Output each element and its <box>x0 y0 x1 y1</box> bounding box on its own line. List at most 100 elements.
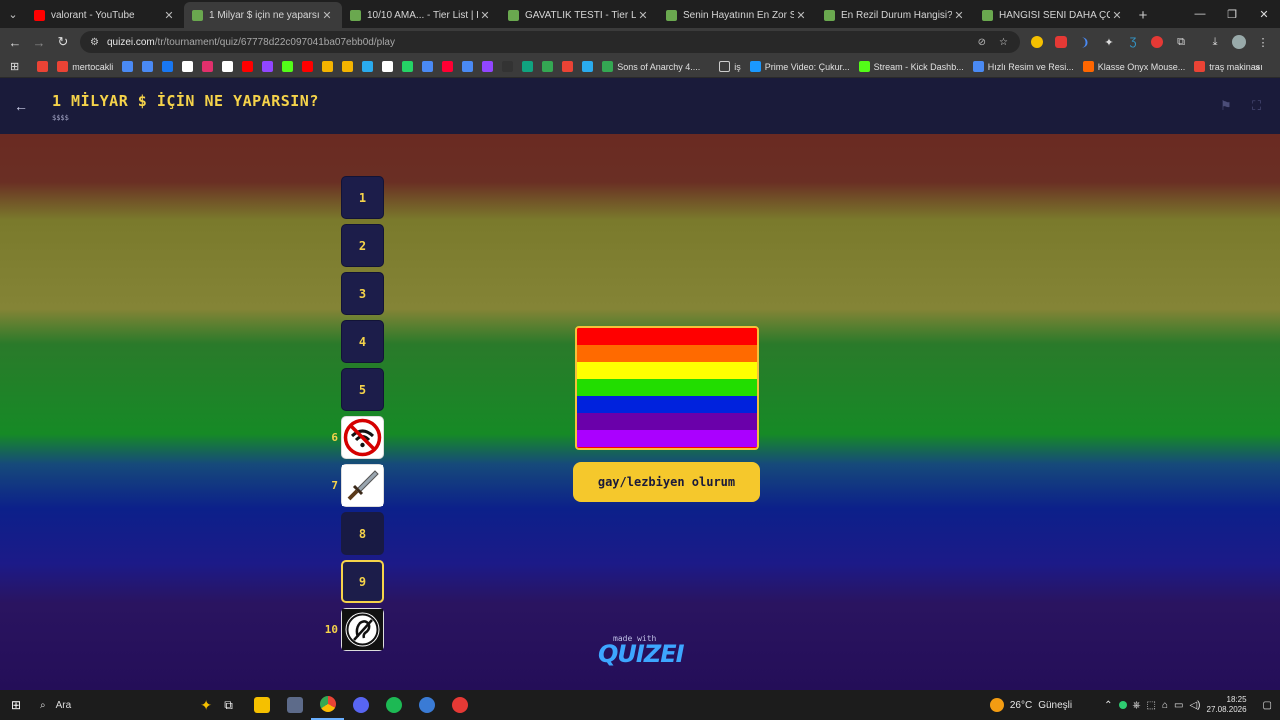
app-icon[interactable] <box>443 690 476 720</box>
volume-icon[interactable]: ◁) <box>1189 700 1200 711</box>
discord-icon[interactable] <box>344 690 377 720</box>
tab-close-icon[interactable]: ✕ <box>952 9 966 22</box>
tab-close-icon[interactable]: ✕ <box>1110 9 1124 22</box>
extension-icon[interactable] <box>1050 30 1072 54</box>
ranking-slot-4[interactable]: 4 <box>341 320 384 363</box>
bookmark-icon[interactable] <box>338 57 357 77</box>
bookmark-item[interactable]: Stream - Kick Dashb... <box>855 57 968 77</box>
ranking-slot-5[interactable]: 5 <box>341 368 384 411</box>
browser-tab[interactable]: Senin Hayatının En Zor Seçimi✕ <box>658 2 816 28</box>
chrome-icon[interactable] <box>311 690 344 720</box>
bookmark-icon[interactable] <box>478 57 497 77</box>
tab-close-icon[interactable]: ✕ <box>636 9 650 22</box>
tab-search-icon[interactable]: ⌄ <box>0 0 26 28</box>
bookmark-icon[interactable] <box>158 57 177 77</box>
ranking-slot-3[interactable]: 3 <box>341 272 384 315</box>
notification-icon[interactable]: ▢ <box>1263 700 1272 711</box>
option-image-rainbow-flag[interactable] <box>575 326 759 450</box>
ranking-slot-6[interactable] <box>341 416 384 459</box>
bookmark-icon[interactable] <box>398 57 417 77</box>
tray-app-icon[interactable]: ⎈ <box>1133 700 1141 711</box>
bookmark-icon[interactable] <box>378 57 397 77</box>
taskbar-search[interactable]: ⌕ Ara ✦ <box>32 690 212 720</box>
restore-icon[interactable]: ❐ <box>1216 0 1248 28</box>
bookmark-icon[interactable] <box>218 57 237 77</box>
fullscreen-icon[interactable]: ⛶ <box>1252 98 1261 114</box>
back-icon[interactable]: ← <box>3 30 27 54</box>
ranking-slot-8[interactable]: 8 <box>341 512 384 555</box>
bookmark-item[interactable]: Prime Video: Çukur... <box>746 57 854 77</box>
bookmark-item[interactable]: Hızlı Resim ve Resi... <box>969 57 1078 77</box>
more-bookmarks-icon[interactable]: » <box>1251 57 1264 77</box>
calculator-icon[interactable] <box>278 690 311 720</box>
bookmark-item[interactable]: iş <box>715 57 745 77</box>
tray-app-icon[interactable]: ⬚ <box>1147 700 1156 711</box>
option-label[interactable]: gay/lezbiyen olurum <box>573 462 760 502</box>
browser-tab[interactable]: En Rezil Durum Hangisi? - Tier✕ <box>816 2 974 28</box>
minimize-icon[interactable]: — <box>1184 0 1216 28</box>
flag-icon[interactable]: ⚑ <box>1220 98 1232 114</box>
bookmark-icon[interactable] <box>418 57 437 77</box>
extension-icon[interactable]: ✦ <box>1098 30 1120 54</box>
eye-off-icon[interactable]: ⊘ <box>978 37 986 48</box>
app-icon[interactable] <box>410 690 443 720</box>
bookmark-icon[interactable] <box>118 57 137 77</box>
task-view-icon[interactable]: ⧉ <box>212 690 245 720</box>
bookmark-icon[interactable] <box>458 57 477 77</box>
tray-app-icon[interactable]: ⌂ <box>1162 700 1168 711</box>
bookmark-icon[interactable] <box>138 57 157 77</box>
browser-menu-icon[interactable]: ⋮ <box>1252 30 1274 54</box>
bookmark-icon[interactable] <box>278 57 297 77</box>
forward-icon[interactable]: → <box>27 30 51 54</box>
bookmark-icon[interactable] <box>178 57 197 77</box>
bookmark-icon[interactable] <box>518 57 537 77</box>
browser-tab[interactable]: valorant - YouTube ✕ <box>26 2 184 28</box>
bookmark-icon[interactable] <box>558 57 577 77</box>
quizei-logo[interactable]: QUIZEI <box>598 640 685 668</box>
extension-icon[interactable]: ❩ <box>1074 30 1096 54</box>
bookmark-icon[interactable] <box>498 57 517 77</box>
chevron-up-icon[interactable]: ⌃ <box>1104 700 1112 711</box>
browser-tab[interactable]: 1 Milyar $ için ne yaparsın? - Tu✕ <box>184 2 342 28</box>
download-icon[interactable]: ⤓ <box>1204 30 1226 54</box>
reload-icon[interactable]: ↻ <box>51 30 75 54</box>
file-explorer-icon[interactable] <box>245 690 278 720</box>
tray-app-icon[interactable] <box>1118 701 1127 709</box>
bookmark-icon[interactable] <box>538 57 557 77</box>
bookmark-item[interactable]: Sons of Anarchy 4.... <box>598 57 704 77</box>
bookmark-icon[interactable] <box>198 57 217 77</box>
ranking-slot-2[interactable]: 2 <box>341 224 384 267</box>
browser-tab[interactable]: 10/10 AMA... - Tier List | Kör Se✕ <box>342 2 500 28</box>
close-window-icon[interactable]: ✕ <box>1248 0 1280 28</box>
browser-tab[interactable]: GAVATLIK TESTİ - Tier List | Kör✕ <box>500 2 658 28</box>
spotify-icon[interactable] <box>377 690 410 720</box>
bookmark-icon[interactable] <box>358 57 377 77</box>
url-bar[interactable]: ⚙ quizei.com/tr/tournament/quiz/67778d22… <box>80 31 1020 53</box>
apps-grid-icon[interactable]: ⊞ <box>6 57 23 77</box>
bookmark-icon[interactable] <box>258 57 277 77</box>
extension-icon[interactable] <box>1026 30 1048 54</box>
browser-tab[interactable]: HANGİSİ SENİ DAHA ÇOK KORK✕ <box>974 2 1132 28</box>
windows-start-icon[interactable]: ⊞ <box>0 690 32 720</box>
network-icon[interactable]: ▭ <box>1174 700 1183 711</box>
bookmark-icon[interactable] <box>298 57 317 77</box>
ranking-slot-7[interactable] <box>341 464 384 507</box>
extensions-puzzle-icon[interactable]: ⧉ <box>1170 30 1192 54</box>
extension-icon[interactable] <box>1146 30 1168 54</box>
tab-close-icon[interactable]: ✕ <box>162 9 176 22</box>
bookmark-item[interactable]: Klasse Onyx Mouse... <box>1079 57 1190 77</box>
clock[interactable]: 18:25 27.08.2026 <box>1207 695 1247 715</box>
bookmark-star-icon[interactable]: ☆ <box>999 37 1008 48</box>
new-tab-button[interactable]: + <box>1132 2 1154 28</box>
bookmark-item[interactable]: mertocakli <box>53 57 117 77</box>
tab-close-icon[interactable]: ✕ <box>478 9 492 22</box>
tab-close-icon[interactable]: ✕ <box>794 9 808 22</box>
ranking-slot-9[interactable]: 9 <box>341 560 384 603</box>
extension-icon[interactable]: Ʒ <box>1122 30 1144 54</box>
arrow-left-icon[interactable]: ← <box>14 98 28 114</box>
tab-close-icon[interactable]: ✕ <box>320 9 334 22</box>
ranking-slot-10[interactable] <box>341 608 384 651</box>
ranking-slot-1[interactable]: 1 <box>341 176 384 219</box>
bookmark-icon[interactable] <box>318 57 337 77</box>
bookmark-icon[interactable] <box>578 57 597 77</box>
